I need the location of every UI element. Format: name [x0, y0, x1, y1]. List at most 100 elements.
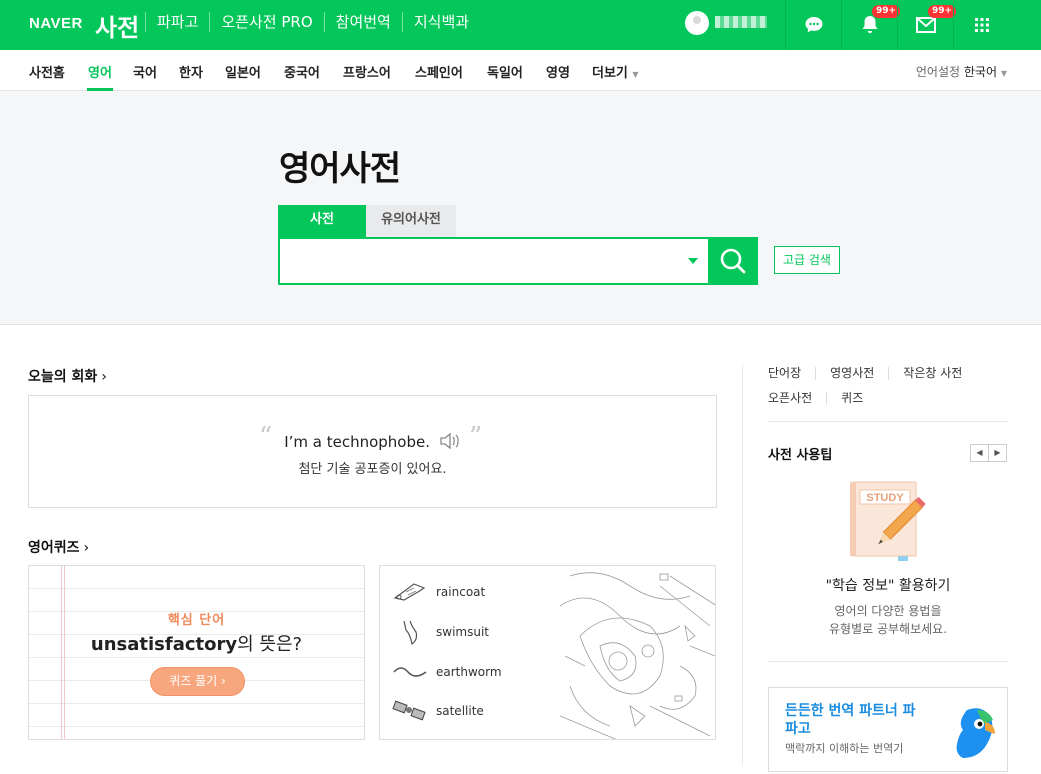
picture-word-quiz-card[interactable]: raincoat swimsuit earthworm satellite: [379, 565, 716, 740]
sidebar-links-row2: 오픈사전 퀴즈: [768, 392, 877, 405]
word-item-satellite: satellite: [392, 698, 484, 724]
swimsuit-icon: [403, 620, 418, 645]
notification-badge: 99+: [872, 5, 901, 18]
tip-line-1: 영어의 다양한 용법을: [834, 604, 942, 618]
subnav-spanish[interactable]: 스페인어: [415, 62, 463, 81]
subnav-more[interactable]: 더보기 ▼: [592, 62, 639, 81]
promo-subtitle: 맥락까지 이해하는 번역기: [785, 742, 904, 755]
next-arrow-icon[interactable]: ▶: [988, 444, 1007, 462]
tip-line-2: 유형별로 공부해보세요.: [828, 622, 948, 636]
search-icon: [720, 248, 746, 274]
page-title: 영어사전: [279, 149, 401, 189]
subnav-japanese[interactable]: 일본어: [225, 62, 261, 81]
top-nav-encyclopedia[interactable]: 지식백과: [401, 12, 480, 32]
study-label: STUDY: [866, 492, 904, 504]
language-setting-value: 한국어: [963, 65, 998, 79]
top-nav-participation[interactable]: 참여번역: [323, 12, 402, 32]
bell-icon: [862, 16, 877, 34]
chevron-right-icon: ›: [83, 540, 90, 556]
subnav-german[interactable]: 독일어: [487, 62, 523, 81]
conversation-korean: 첨단 기술 공포증이 있어요.: [298, 462, 447, 477]
sidebar-link-english-english[interactable]: 영영사전: [815, 367, 888, 380]
subnav-english[interactable]: 영어: [88, 62, 112, 81]
search-button[interactable]: [708, 237, 758, 285]
subnav-english-english[interactable]: 영영: [546, 62, 570, 81]
word-item-swimsuit: swimsuit: [392, 618, 489, 646]
quiz-question: unsatisfactory의 뜻은?: [29, 630, 364, 656]
chevron-right-icon: ›: [101, 369, 107, 385]
raincoat-icon: [393, 583, 426, 601]
language-setting[interactable]: 언어설정 한국어 ▼: [916, 63, 1007, 80]
search-area: 영어사전 사전 유의어사전 고급 검색: [0, 91, 1041, 325]
subnav-dict-home[interactable]: 사전홈: [29, 62, 65, 81]
core-word-quiz-card[interactable]: 핵심 단어 unsatisfactory의 뜻은? 퀴즈 풀기 ›: [28, 565, 365, 740]
language-setting-label: 언어설정: [915, 65, 961, 79]
sidebar-links-row1: 단어장 영영사전 작은창 사전: [768, 367, 976, 380]
top-bar: NAVER 사전 파파고 오픈사전 PRO 참여번역 지식백과 99+ 99+: [0, 0, 1041, 50]
quiz-title: 영어퀴즈: [28, 540, 80, 556]
avatar[interactable]: [685, 11, 709, 35]
advanced-search-button[interactable]: 고급 검색: [774, 246, 840, 274]
service-title[interactable]: 사전: [95, 8, 139, 43]
top-nav: 파파고 오픈사전 PRO 참여번역 지식백과: [145, 12, 480, 32]
divider: [768, 421, 1008, 422]
tip-heading[interactable]: "학습 정보" 활용하기: [768, 575, 1008, 595]
conversation-card[interactable]: “ ” I’m a technophobe. 첨단 기술 공포증이 있어요.: [28, 395, 717, 508]
tab-thesaurus[interactable]: 유의어사전: [366, 205, 456, 237]
naver-logo[interactable]: NAVER: [29, 15, 83, 32]
chat-bubble-icon: [805, 17, 822, 33]
subnav-french[interactable]: 프랑스어: [343, 62, 391, 81]
promo-title: 든든한 번역 파트너 파파고: [785, 703, 916, 737]
quiz-tag: 핵심 단어: [167, 613, 226, 628]
search-box: [278, 237, 710, 285]
grid-menu-icon: [974, 18, 989, 32]
take-quiz-label: 퀴즈 풀기: [169, 674, 218, 688]
sidebar-link-open-dict[interactable]: 오픈사전: [768, 392, 826, 405]
top-nav-opendict-pro[interactable]: 오픈사전 PRO: [209, 12, 323, 32]
notification-button[interactable]: 99+: [841, 0, 901, 50]
column-divider: [742, 365, 743, 765]
chevron-right-icon: ›: [221, 674, 226, 688]
prev-arrow-icon[interactable]: ◀: [970, 444, 989, 462]
sidebar-link-wordbook[interactable]: 단어장: [768, 367, 815, 380]
speaker-icon[interactable]: [439, 432, 461, 450]
coloring-illustration: [560, 572, 715, 739]
word-label: swimsuit: [436, 625, 489, 639]
tab-dictionary[interactable]: 사전: [278, 205, 366, 237]
earthworm-icon: [393, 667, 427, 677]
papago-promo-banner[interactable]: 든든한 번역 파트너 파파고 맥락까지 이해하는 번역기: [768, 687, 1008, 772]
mail-badge: 99+: [928, 5, 957, 18]
sidebar-link-mini-dict[interactable]: 작은창 사전: [888, 367, 976, 380]
word-label: earthworm: [436, 665, 502, 679]
subnav-chinese[interactable]: 중국어: [284, 62, 320, 81]
chevron-down-icon: ▼: [1000, 69, 1007, 78]
tip-description: 영어의 다양한 용법을 유형별로 공부해보세요.: [768, 602, 1008, 638]
papago-parrot-icon: [956, 708, 995, 758]
tips-title: 사전 사용팁: [768, 448, 833, 463]
word-label: raincoat: [436, 585, 486, 599]
autocomplete-toggle-icon[interactable]: [688, 258, 698, 264]
top-nav-papago[interactable]: 파파고: [145, 12, 209, 32]
subnav-hanja[interactable]: 한자: [179, 62, 203, 81]
search-input[interactable]: [288, 249, 668, 275]
sidebar-link-quiz[interactable]: 퀴즈: [826, 392, 877, 405]
conversation-title: 오늘의 회화: [28, 369, 98, 385]
apps-menu-button[interactable]: [953, 0, 1009, 50]
username-blurred[interactable]: [715, 16, 767, 28]
satellite-icon: [392, 700, 426, 721]
quiz-section-link[interactable]: 영어퀴즈 ›: [28, 537, 89, 557]
quiz-word: unsatisfactory: [90, 634, 238, 655]
conversation-section-link[interactable]: 오늘의 회화 ›: [28, 366, 107, 386]
tips-pager: ◀ ▶: [970, 444, 1007, 462]
talk-button[interactable]: [785, 0, 841, 50]
conversation-english-text: I’m a technophobe.: [284, 433, 431, 451]
word-item-earthworm: earthworm: [392, 660, 502, 684]
divider: [768, 661, 1008, 662]
mail-icon: [915, 17, 936, 33]
chevron-down-icon: ▼: [632, 70, 639, 79]
take-quiz-button[interactable]: 퀴즈 풀기 ›: [150, 667, 245, 696]
subnav-korean[interactable]: 국어: [133, 62, 157, 81]
mail-button[interactable]: 99+: [897, 0, 957, 50]
conversation-english: I’m a technophobe.: [29, 432, 716, 451]
word-item-raincoat: raincoat: [392, 580, 485, 604]
